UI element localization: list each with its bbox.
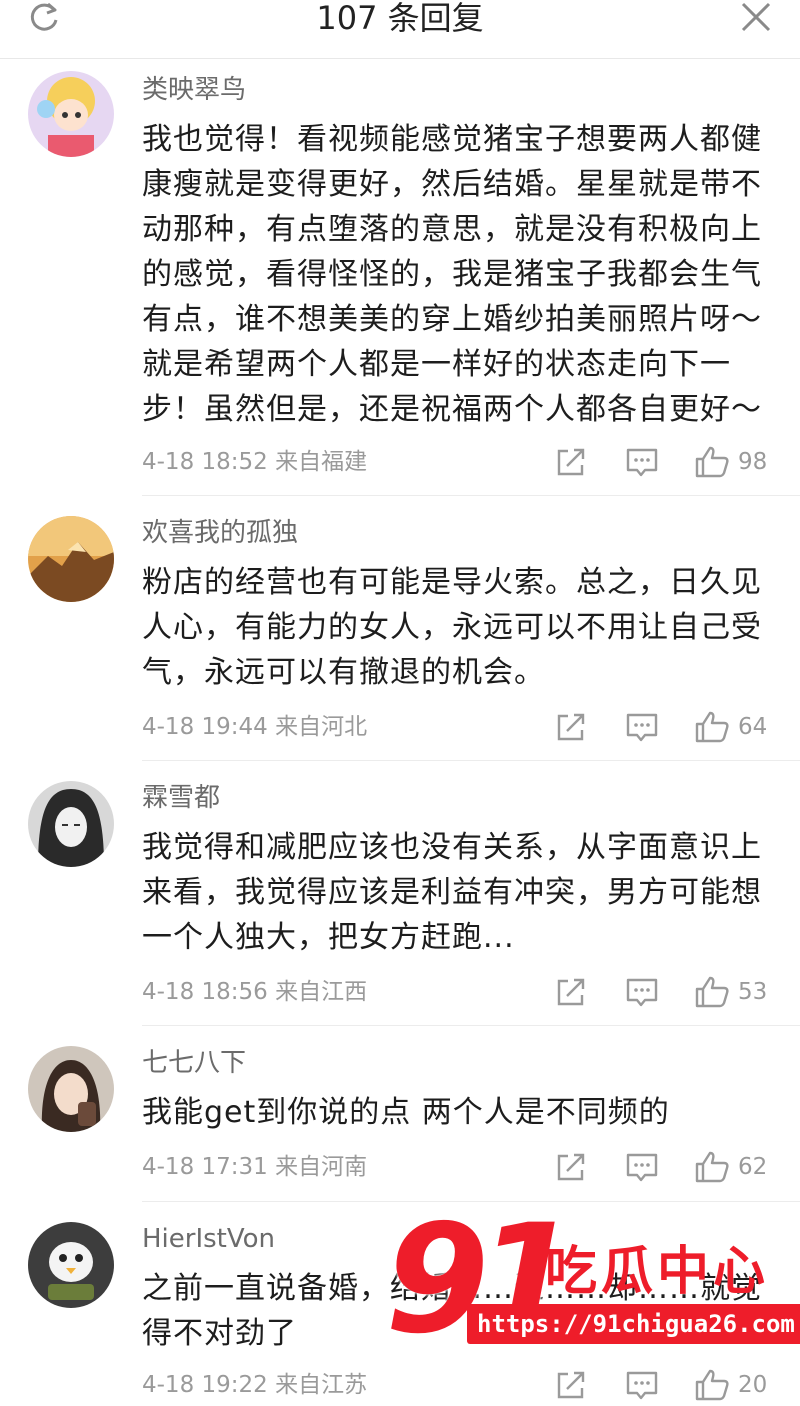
like-count: 62 — [738, 1154, 768, 1180]
reply-icon — [626, 978, 658, 1007]
comment-meta: 4-18 18:56 来自江西 — [142, 979, 368, 1005]
like-icon — [695, 1151, 729, 1183]
header-bar: 107 条回复 — [0, 0, 800, 59]
comment-item: 类映翠鸟 我也觉得！看视频能感觉猪宝子想要两人都健康瘦就是变得更好，然后结婚。星… — [0, 59, 800, 496]
comment-meta: 4-18 19:44 来自河北 — [142, 714, 368, 740]
like-count: 64 — [738, 714, 768, 740]
watermark: 91 吃瓜中心 https://91chigua26.com — [385, 1200, 800, 1392]
reply-icon — [626, 713, 658, 742]
like-button[interactable]: 62 — [694, 1150, 790, 1184]
share-icon — [557, 448, 585, 476]
like-button[interactable]: 98 — [694, 445, 790, 479]
like-count: 53 — [738, 979, 768, 1005]
comment-meta: 4-18 19:22 来自江苏 — [142, 1372, 368, 1398]
watermark-url: https://91chigua26.com — [467, 1304, 800, 1344]
comment-text: 我能get到你说的点 两个人是不同频的 — [142, 1095, 670, 1130]
avatar[interactable] — [28, 1046, 114, 1132]
reply-icon — [626, 448, 658, 477]
comment-meta: 4-18 17:31 来自河南 — [142, 1154, 368, 1180]
comment-author[interactable]: 七七八下 — [142, 1046, 246, 1080]
like-button[interactable]: 64 — [694, 710, 790, 744]
like-icon — [695, 446, 729, 478]
avatar[interactable] — [28, 781, 114, 867]
share-button[interactable] — [554, 445, 588, 479]
share-button[interactable] — [554, 975, 588, 1009]
comment-actions: 98 — [550, 445, 790, 479]
comment-author[interactable]: HierIstVon — [142, 1222, 275, 1256]
like-count: 98 — [738, 449, 768, 475]
reply-button[interactable] — [624, 975, 660, 1009]
comment-author[interactable]: 欢喜我的孤独 — [142, 516, 298, 550]
comment-item: 霖雪都 我觉得和减肥应该也没有关系，从字面意识上来看，我觉得应该是利益有冲突，男… — [0, 761, 800, 1026]
reply-button[interactable] — [624, 1150, 660, 1184]
share-icon — [557, 1153, 585, 1181]
close-button[interactable] — [736, 0, 776, 34]
comment-meta: 4-18 18:52 来自福建 — [142, 449, 368, 475]
close-icon — [741, 2, 771, 32]
reply-button[interactable] — [624, 710, 660, 744]
comment-author[interactable]: 类映翠鸟 — [142, 73, 246, 107]
reply-button[interactable] — [624, 445, 660, 479]
comment-item: 欢喜我的孤独 粉店的经营也有可能是导火索。总之，日久见人心，有能力的女人，永远可… — [0, 496, 800, 761]
watermark-name: 吃瓜中心 — [545, 1242, 770, 1302]
like-button[interactable]: 53 — [694, 975, 790, 1009]
share-button[interactable] — [554, 710, 588, 744]
avatar[interactable] — [28, 1222, 114, 1308]
comment-author[interactable]: 霖雪都 — [142, 781, 220, 815]
like-icon — [695, 976, 729, 1008]
comment-text: 我觉得和减肥应该也没有关系，从字面意识上来看，我觉得应该是利益有冲突，男方可能想… — [142, 830, 762, 955]
share-icon — [557, 978, 585, 1006]
avatar[interactable] — [28, 71, 114, 157]
reply-icon — [626, 1153, 658, 1182]
comment-item: 七七八下 我能get到你说的点 两个人是不同频的 4-18 17:31 来自河南 — [0, 1026, 800, 1202]
comment-actions: 64 — [550, 710, 790, 744]
share-icon — [557, 713, 585, 741]
comment-actions: 53 — [550, 975, 790, 1009]
comment-text: 粉店的经营也有可能是导火索。总之，日久见人心，有能力的女人，永远可以不用让自己受… — [142, 565, 762, 690]
avatar[interactable] — [28, 516, 114, 602]
comment-text: 我也觉得！看视频能感觉猪宝子想要两人都健康瘦就是变得更好，然后结婚。星星就是带不… — [142, 122, 762, 427]
share-button[interactable] — [554, 1150, 588, 1184]
comment-actions: 62 — [550, 1150, 790, 1184]
page-title: 107 条回复 — [316, 0, 484, 37]
like-icon — [695, 711, 729, 743]
